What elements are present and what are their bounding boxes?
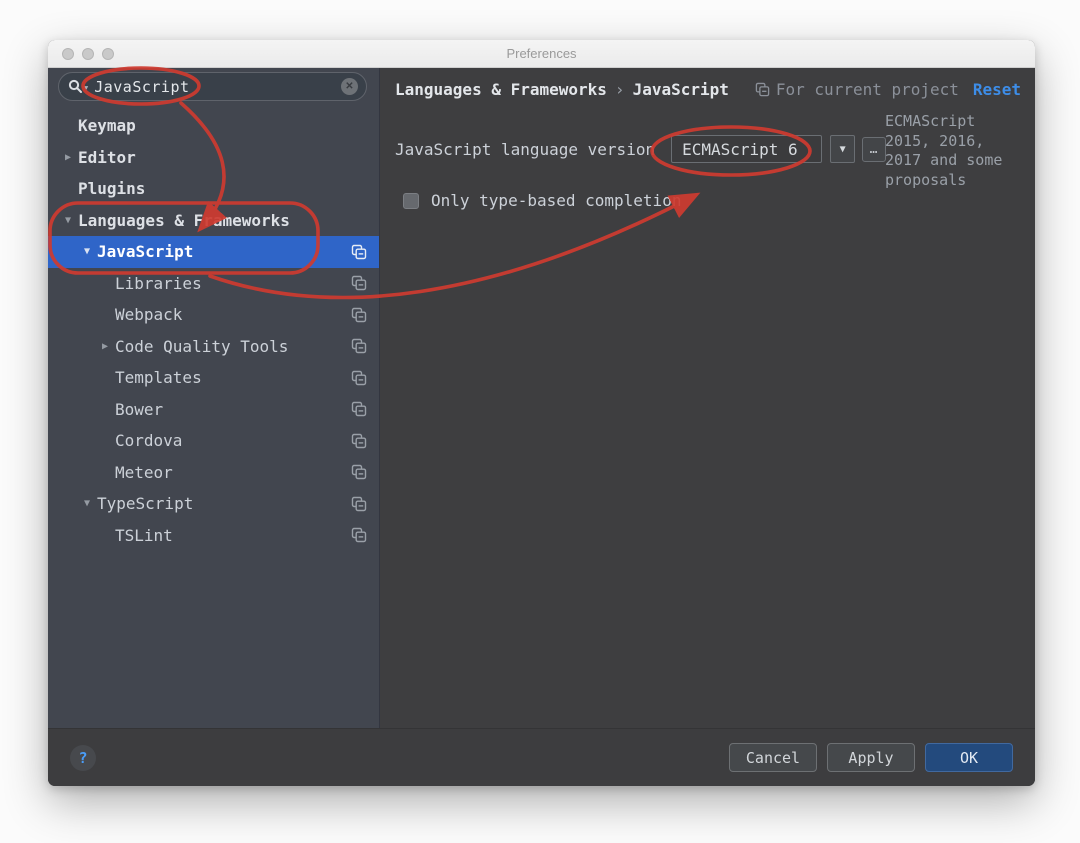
- language-version-dropdown-button[interactable]: ▼: [830, 135, 855, 163]
- search-icon: [68, 79, 83, 94]
- zoom-window-icon[interactable]: [102, 48, 114, 60]
- expanded-arrow-icon[interactable]: ▼: [58, 215, 78, 226]
- tree-item-cordova[interactable]: Cordova: [48, 425, 379, 457]
- window-titlebar: Preferences: [48, 40, 1035, 68]
- current-project-icon: [351, 496, 367, 512]
- help-button[interactable]: ?: [70, 745, 96, 771]
- cancel-button[interactable]: Cancel: [729, 743, 817, 772]
- tree-item-code-quality-tools[interactable]: ▶Code Quality Tools: [48, 331, 379, 363]
- current-project-icon: [755, 82, 770, 97]
- dialog-footer: ? Cancel Apply OK: [48, 728, 1035, 786]
- clear-search-icon[interactable]: ✕: [341, 78, 358, 95]
- tree-item-plugins[interactable]: Plugins: [48, 173, 379, 205]
- tree-item-bower[interactable]: Bower: [48, 394, 379, 426]
- ellipsis-icon: …: [870, 142, 879, 157]
- tree-item-keymap[interactable]: Keymap: [48, 110, 379, 142]
- type-based-completion-row: Only type-based completion: [403, 191, 1035, 210]
- type-based-completion-checkbox[interactable]: [403, 193, 419, 209]
- panel-header: Languages & Frameworks › JavaScript For …: [380, 68, 1035, 99]
- question-mark-icon: ?: [78, 749, 87, 767]
- search-value[interactable]: JavaScript: [90, 78, 341, 96]
- settings-tree: Keymap ▶Editor Plugins ▼Languages & Fram…: [48, 110, 379, 551]
- current-project-icon: [351, 338, 367, 354]
- breadcrumb-separator: ›: [615, 80, 625, 99]
- current-project-icon: [351, 464, 367, 480]
- tree-item-javascript[interactable]: ▼JavaScript: [48, 236, 379, 268]
- minimize-window-icon[interactable]: [82, 48, 94, 60]
- tree-item-editor[interactable]: ▶Editor: [48, 142, 379, 174]
- current-project-icon: [351, 401, 367, 417]
- tree-item-libraries[interactable]: Libraries: [48, 268, 379, 300]
- tree-item-languages-frameworks[interactable]: ▼Languages & Frameworks: [48, 205, 379, 237]
- current-project-icon: [351, 527, 367, 543]
- scope-label: For current project: [776, 80, 959, 99]
- current-project-icon: [351, 307, 367, 323]
- search-options-caret-icon[interactable]: ▼: [84, 84, 88, 92]
- settings-sidebar: ▼ JavaScript ✕ Keymap ▶Editor Plugins: [48, 68, 380, 728]
- search-input[interactable]: ▼ JavaScript ✕: [58, 72, 367, 101]
- reset-link[interactable]: Reset: [973, 80, 1021, 99]
- language-version-select[interactable]: ECMAScript 6: [671, 135, 822, 163]
- preferences-window: Preferences ▼ JavaScript ✕ Keymap: [48, 40, 1035, 786]
- collapsed-arrow-icon[interactable]: ▶: [58, 152, 78, 163]
- ok-button[interactable]: OK: [925, 743, 1013, 772]
- screenshot-stage: Preferences ▼ JavaScript ✕ Keymap: [0, 0, 1080, 843]
- expanded-arrow-icon[interactable]: ▼: [77, 246, 97, 257]
- language-version-label: JavaScript language version: [395, 140, 655, 159]
- current-project-icon: [351, 244, 367, 260]
- tree-item-templates[interactable]: Templates: [48, 362, 379, 394]
- language-version-more-button[interactable]: …: [862, 137, 886, 162]
- breadcrumb-parent: Languages & Frameworks: [395, 80, 607, 99]
- footer-buttons: Cancel Apply OK: [729, 743, 1013, 772]
- collapsed-arrow-icon[interactable]: ▶: [95, 341, 115, 352]
- tree-item-webpack[interactable]: Webpack: [48, 299, 379, 331]
- type-based-completion-label: Only type-based completion: [431, 191, 681, 210]
- chevron-down-icon: ▼: [840, 144, 846, 155]
- close-window-icon[interactable]: [62, 48, 74, 60]
- current-project-icon: [351, 370, 367, 386]
- scope-indicator: For current project: [755, 80, 959, 99]
- traffic-lights: [62, 48, 114, 60]
- language-version-helper-text: ECMAScript 2015, 2016, 2017 and some pro…: [885, 112, 1021, 190]
- current-project-icon: [351, 275, 367, 291]
- expanded-arrow-icon[interactable]: ▼: [77, 498, 97, 509]
- breadcrumb-current: JavaScript: [633, 80, 729, 99]
- apply-button[interactable]: Apply: [827, 743, 915, 772]
- settings-panel-javascript: Languages & Frameworks › JavaScript For …: [380, 68, 1035, 728]
- window-title: Preferences: [506, 46, 576, 61]
- current-project-icon: [351, 433, 367, 449]
- tree-item-typescript[interactable]: ▼TypeScript: [48, 488, 379, 520]
- tree-item-meteor[interactable]: Meteor: [48, 457, 379, 489]
- tree-item-tslint[interactable]: TSLint: [48, 520, 379, 552]
- language-version-value: ECMAScript 6: [682, 140, 798, 159]
